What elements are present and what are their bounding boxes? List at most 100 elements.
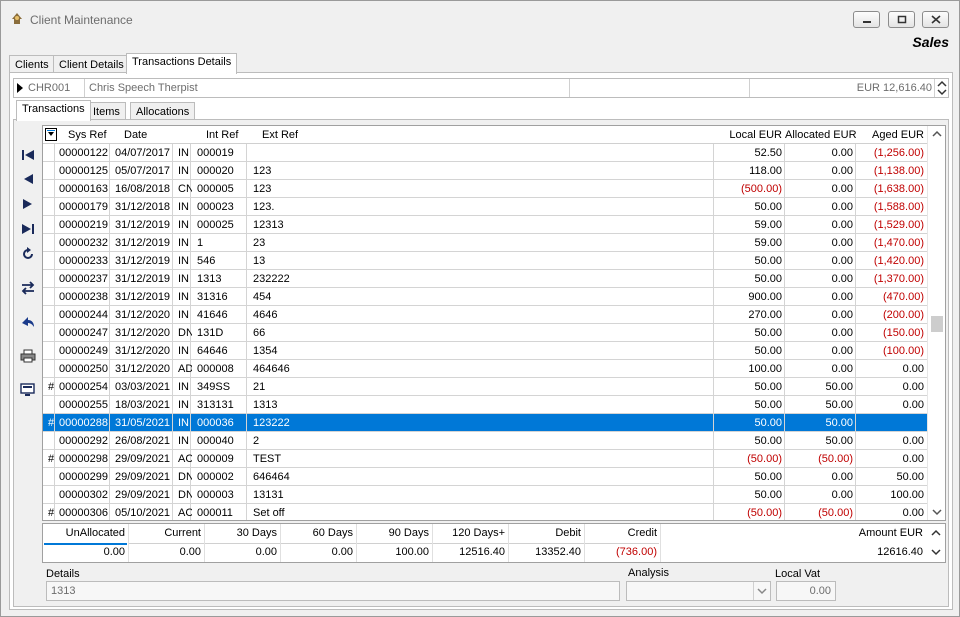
cell-intref: 000025	[197, 219, 234, 231]
table-row[interactable]: 00000163 16/08/2018 CN 000005 123 (500.00) 0.0…	[43, 180, 928, 198]
last-record-button[interactable]	[20, 221, 36, 237]
close-button[interactable]	[922, 11, 949, 28]
cell-type: IN	[178, 309, 189, 321]
cell-aged: (200.00)	[883, 309, 924, 321]
cell-type: AD	[178, 363, 192, 375]
column-chooser[interactable]	[45, 128, 57, 141]
table-row[interactable]: 00000237 31/12/2019 IN 1313 232222 50.00 0.00 (…	[43, 270, 928, 288]
cell-local: 59.00	[754, 219, 782, 231]
cell-extref: 23	[253, 237, 266, 249]
cell-aged: (150.00)	[883, 327, 924, 339]
col-local[interactable]: Local EUR	[711, 129, 782, 141]
table-row[interactable]: 00000238 31/12/2019 IN 31316 454 900.00 0.00 (4…	[43, 288, 928, 306]
cell-extref: 123.	[253, 201, 275, 213]
summary-value-debit: 13352.40	[535, 546, 581, 558]
cell-date: 31/12/2018	[115, 201, 171, 213]
cell-local: 50.00	[754, 471, 782, 483]
col-aged[interactable]: Aged EUR	[857, 129, 924, 141]
table-row[interactable]: 00000299 29/09/2021 DN 000002 646464 50.00 0.0…	[43, 468, 928, 486]
local-vat-label: Local Vat	[775, 568, 821, 580]
cell-type: AC	[178, 507, 192, 519]
client-selector[interactable]: CHR001 Chris Speech Therpist EUR 12,616.…	[13, 78, 949, 98]
table-row[interactable]: 00000244 31/12/2020 IN 41646 4646 270.00 0.00 (…	[43, 306, 928, 324]
col-intref[interactable]: Int Ref	[206, 129, 238, 141]
cell-sysref: 00000292	[59, 435, 108, 447]
cell-type: DN	[178, 327, 192, 339]
table-row[interactable]: 00000179 31/12/2018 IN 000023 123. 50.00 0.00 (…	[43, 198, 928, 216]
table-row[interactable]: 00000302 29/09/2021 DN 000003 13131 50.00 0.00…	[43, 486, 928, 504]
maximize-button[interactable]	[888, 11, 915, 28]
col-extref[interactable]: Ext Ref	[262, 129, 298, 141]
table-row[interactable]: #00000288 31/05/2021 IN 000036 123222 50.00 50…	[43, 414, 928, 432]
cell-extref: 123222	[253, 417, 290, 429]
table-row[interactable]: 00000219 31/12/2019 IN 000025 12313 59.00 0.00…	[43, 216, 928, 234]
cell-type: IN	[178, 435, 189, 447]
scroll-down-icon	[932, 509, 942, 516]
cell-date: 16/08/2018	[115, 183, 171, 195]
table-row[interactable]: #00000298 29/09/2021 AC 000009 TEST (50.00) (5…	[43, 450, 928, 468]
client-spinner[interactable]	[934, 79, 948, 97]
details-field[interactable]: 1313	[46, 581, 620, 601]
cell-aged: (1,638.00)	[873, 183, 924, 195]
cell-allocated: 0.00	[831, 201, 853, 213]
tab-transactions-details[interactable]: Transactions Details	[126, 53, 238, 74]
summary-spinner[interactable]	[927, 524, 945, 562]
table-row[interactable]: 00000249 31/12/2020 IN 64646 1354 50.00 0.00 (1…	[43, 342, 928, 360]
cell-aged: (1,370.00)	[873, 273, 924, 285]
undo-button[interactable]	[20, 314, 36, 330]
title-bar[interactable]: Client Maintenance	[1, 1, 959, 33]
cell-sysref: 00000250	[59, 363, 108, 375]
cell-date: 04/07/2017	[115, 147, 171, 159]
analysis-dropdown[interactable]	[626, 581, 771, 601]
local-vat-field[interactable]: 0.00	[776, 581, 836, 601]
tab-transactions[interactable]: Transactions	[16, 100, 91, 121]
cell-sysref: 00000247	[59, 327, 108, 339]
table-row[interactable]: 00000255 18/03/2021 IN 313131 1313 50.00 50.00…	[43, 396, 928, 414]
table-row[interactable]: 00000122 04/07/2017 IN 000019 52.50 0.00 (1,25…	[43, 144, 928, 162]
table-row[interactable]: 00000232 31/12/2019 IN 1 23 59.00 0.00 (1,470.0…	[43, 234, 928, 252]
table-row[interactable]: 00000233 31/12/2019 IN 546 13 50.00 0.00 (1,420…	[43, 252, 928, 270]
cell-aged: 0.00	[902, 381, 924, 393]
cell-intref: 000009	[197, 453, 234, 465]
grid-vertical-scrollbar[interactable]	[927, 126, 945, 520]
table-row[interactable]: 00000250 31/12/2020 AD 000008 464646 100.00 0.…	[43, 360, 928, 378]
transactions-panel: CHR001 Chris Speech Therpist EUR 12,616.…	[9, 72, 953, 610]
summary-label-amount: Amount EUR	[858, 527, 923, 539]
scroll-up-icon	[932, 130, 942, 137]
col-allocated[interactable]: Allocated EUR	[785, 129, 857, 141]
cell-allocated: 0.00	[831, 255, 853, 267]
summary-label-unallocated: UnAllocated	[65, 527, 125, 539]
export-icon	[20, 383, 35, 396]
cell-allocated: 0.00	[831, 147, 853, 159]
cell-local: 59.00	[754, 237, 782, 249]
next-record-button[interactable]	[20, 196, 36, 212]
cell-date: 31/12/2020	[115, 327, 171, 339]
table-row[interactable]: 00000247 31/12/2020 DN 131D 66 50.00 0.00 (150.…	[43, 324, 928, 342]
minimize-button[interactable]	[853, 11, 880, 28]
export-button[interactable]	[20, 382, 36, 398]
row-pointer-icon	[17, 83, 23, 93]
previous-record-button[interactable]	[20, 171, 36, 187]
transactions-grid[interactable]: Sys Ref Date Int Ref Ext Ref Local EUR A…	[42, 125, 946, 521]
minimize-icon	[862, 20, 871, 23]
first-record-button[interactable]	[20, 147, 36, 163]
refresh-button[interactable]	[20, 246, 36, 262]
table-row[interactable]: 00000292 26/08/2021 IN 000040 2 50.00 50.00 0.0…	[43, 432, 928, 450]
table-row[interactable]: 00000125 05/07/2017 IN 000020 123 118.00 0.00 (…	[43, 162, 928, 180]
cell-sysref: 00000249	[59, 345, 108, 357]
print-button[interactable]	[20, 348, 36, 364]
col-date[interactable]: Date	[124, 129, 147, 141]
cell-local: (50.00)	[747, 453, 782, 465]
cell-sysref: 00000302	[59, 489, 108, 501]
table-row[interactable]: #00000306 05/10/2021 AC 000011 Set off (50.00…	[43, 504, 928, 520]
analysis-dropdown-arrow[interactable]	[753, 582, 770, 600]
summary-label-60-days: 60 Days	[312, 527, 353, 539]
swap-button[interactable]	[20, 280, 36, 296]
scrollbar-thumb[interactable]	[931, 316, 943, 332]
table-row[interactable]: #00000254 03/03/2021 IN 349SS 21 50.00 50.00 0.…	[43, 378, 928, 396]
app-icon	[12, 13, 22, 24]
cell-extref: 646464	[253, 471, 290, 483]
cell-sysref: 00000233	[59, 255, 108, 267]
cell-aged: 100.00	[890, 489, 924, 501]
col-sysref[interactable]: Sys Ref	[68, 129, 107, 141]
